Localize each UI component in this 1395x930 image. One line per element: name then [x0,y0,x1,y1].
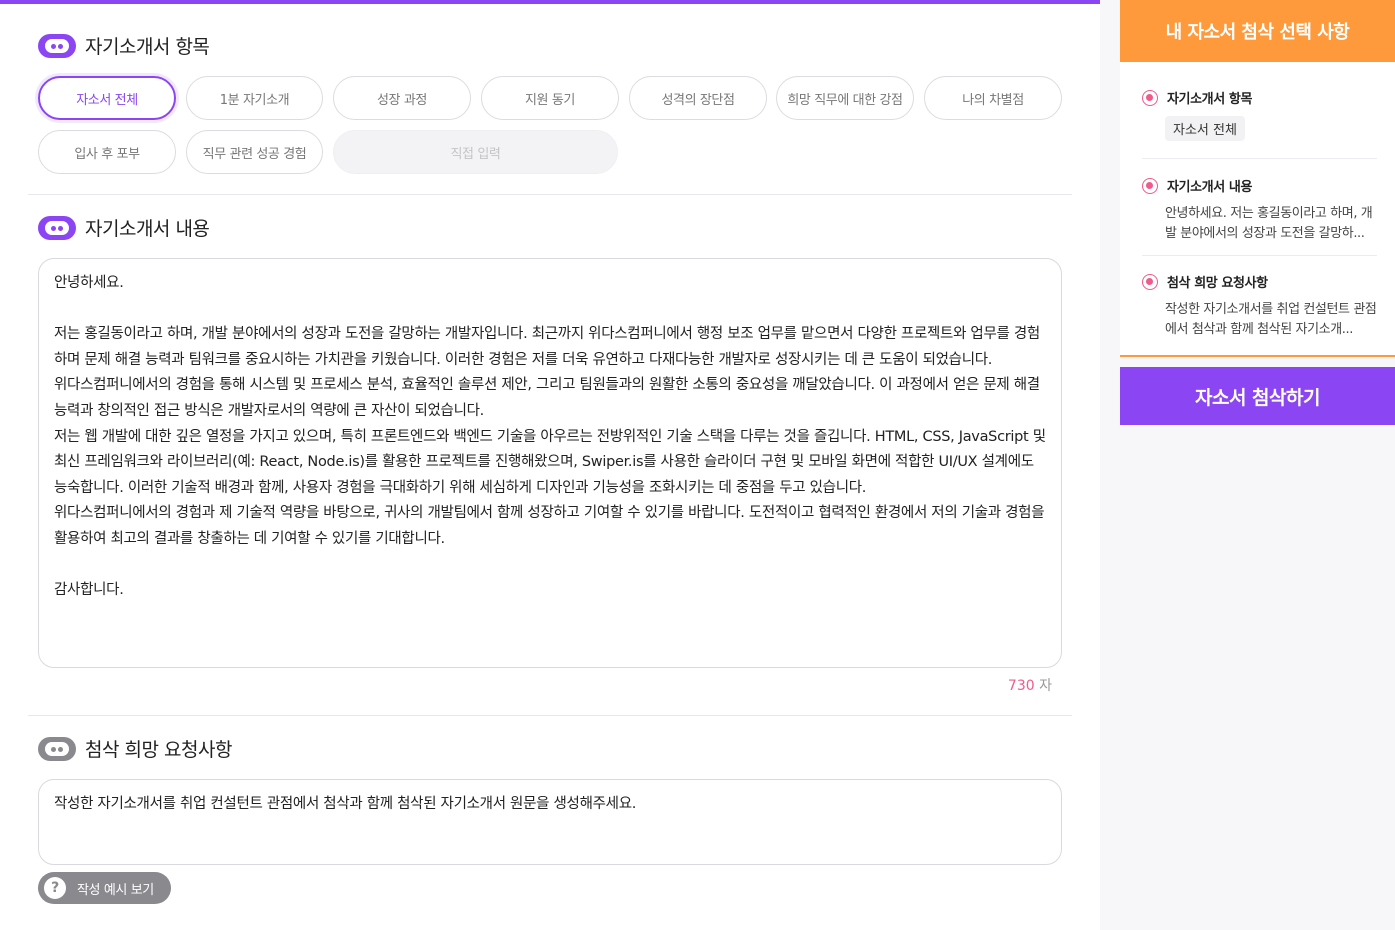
summary-preview-text: 작성한 자기소개서를 취업 컨설턴트 관점에서 첨삭과 함께 첨삭된 자기소개.… [1165,302,1377,337]
chip-personality[interactable]: 성격의 장단점 [629,76,767,120]
robot-icon [38,33,76,58]
request-textarea[interactable]: 작성한 자기소개서를 취업 컨설턴트 관점에서 첨삭과 함께 첨삭된 자기소개서… [38,779,1062,865]
view-example-button[interactable]: ? 작성 예시 보기 [38,872,171,904]
section-title-content-label: 자기소개서 내용 [85,218,210,240]
section-title-request: 첨삭 희망 요청사항 [38,735,232,762]
selection-summary-panel: 자기소개서 항목 자소서 전체 자기소개서 내용 안녕하세요. 저는 홍길동이라… [1120,62,1395,357]
chip-success-experience[interactable]: 직무 관련 성공 경험 [186,130,323,174]
character-unit: 자 [1039,678,1052,694]
character-count: 730 [1007,678,1035,694]
summary-item-category: 자기소개서 항목 자소서 전체 [1142,88,1377,141]
question-icon: ? [44,877,66,899]
view-example-label: 작성 예시 보기 [77,882,154,898]
divider [1142,158,1377,159]
chip-one-minute-intro[interactable]: 1분 자기소개 [186,76,323,120]
chip-aspiration[interactable]: 입사 후 포부 [38,130,176,174]
content-textarea[interactable]: 안녕하세요. 저는 홍길동이라고 하며, 개발 분야에서의 성장과 도전을 갈망… [38,258,1062,668]
sidebar-header: 내 자소서 첨삭 선택 사항 [1120,0,1395,62]
chip-growth-process[interactable]: 성장 과정 [333,76,471,120]
main-area: 자기소개서 항목 자소서 전체 1분 자기소개 성장 과정 지원 동기 성격의 … [0,0,1100,930]
divider [1142,255,1377,256]
section-title-request-label: 첨삭 희망 요청사항 [85,739,232,761]
summary-item-title: 자기소개서 내용 [1167,180,1253,195]
summary-item-content: 자기소개서 내용 안녕하세요. 저는 홍길동이라고 하며, 개발 분야에서의 성… [1142,176,1377,244]
chip-differentiator[interactable]: 나의 차별점 [924,76,1062,120]
chip-full-resume[interactable]: 자소서 전체 [38,76,176,120]
summary-item-title: 자기소개서 항목 [1167,92,1253,107]
robot-icon [38,215,76,240]
bullet-dot-icon [1142,273,1158,290]
bullet-dot-icon [1142,89,1158,106]
robot-icon [38,736,76,761]
section-title-items: 자기소개서 항목 [38,32,210,59]
section-title-items-label: 자기소개서 항목 [85,36,210,58]
divider [28,715,1072,716]
character-counter: 730 자 [980,675,1052,695]
submit-revision-button[interactable]: 자소서 첨삭하기 [1120,367,1395,425]
section-title-content: 자기소개서 내용 [38,214,210,241]
summary-preview-text: 안녕하세요. 저는 홍길동이라고 하며, 개발 분야에서의 성장과 도전을 갈망… [1165,206,1373,241]
summary-tag: 자소서 전체 [1165,116,1245,141]
bullet-dot-icon [1142,177,1158,194]
chip-job-strength[interactable]: 희망 직무에 대한 강점 [776,76,914,120]
divider [28,194,1072,195]
top-progress-bar [0,0,1100,4]
chip-motivation[interactable]: 지원 동기 [481,76,619,120]
custom-item-input[interactable]: 직접 입력 [333,130,618,174]
summary-item-request: 첨삭 희망 요청사항 작성한 자기소개서를 취업 컨설턴트 관점에서 첨삭과 함… [1142,272,1377,340]
summary-item-title: 첨삭 희망 요청사항 [1167,276,1268,291]
